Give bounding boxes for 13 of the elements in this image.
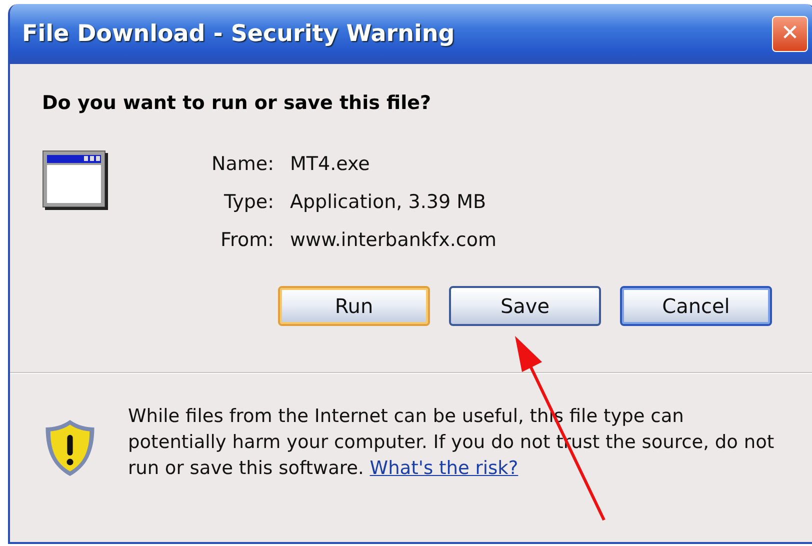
- risk-link[interactable]: What's the risk?: [370, 458, 518, 479]
- window-title: File Download - Security Warning: [22, 21, 455, 47]
- dialog-button[interactable]: Save: [449, 286, 601, 326]
- dialog-button[interactable]: Cancel: [620, 286, 772, 326]
- dialog-button[interactable]: Run: [278, 286, 430, 326]
- field-label: Type:: [222, 190, 274, 215]
- application-window-icon: [42, 150, 108, 210]
- field-label: Name:: [210, 152, 274, 177]
- field-value: www.interbankfx.com: [290, 228, 496, 253]
- field-value: MT4.exe: [290, 152, 371, 177]
- field-value: Application, 3.39 MB: [290, 190, 488, 215]
- field-label: From:: [220, 228, 274, 253]
- question-heading: Do you want to run or save this file?: [42, 92, 432, 114]
